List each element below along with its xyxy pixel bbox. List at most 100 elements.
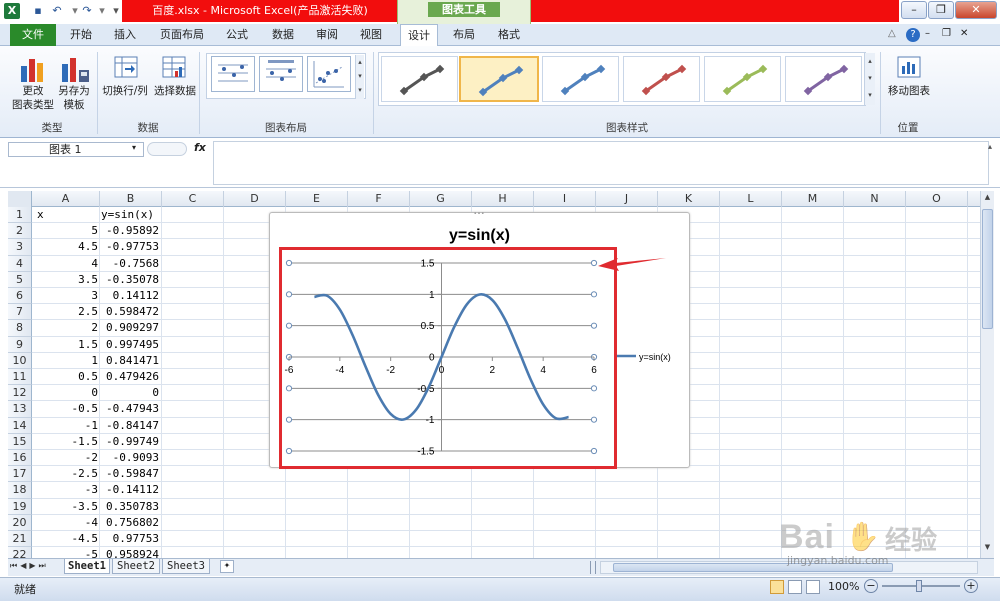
cell-b[interactable]: -0.95892 (100, 223, 162, 239)
cell-b[interactable]: -0.35078 (100, 272, 162, 288)
chart-style-2[interactable] (459, 56, 539, 102)
row-header[interactable]: 18 (8, 482, 32, 499)
cell-a[interactable]: x (32, 207, 100, 223)
row-header[interactable]: 10 (8, 352, 32, 369)
tab-split-handle[interactable] (590, 561, 596, 574)
cell-b[interactable]: -0.14112 (100, 482, 162, 498)
chart-layout-1[interactable] (211, 56, 255, 92)
tab-review[interactable]: 审阅 (308, 24, 346, 46)
chart-style-1[interactable] (381, 56, 458, 102)
cell-b[interactable]: -0.84147 (100, 418, 162, 434)
move-chart-label[interactable]: 移动图表 (884, 84, 934, 98)
cell-b[interactable]: -0.59847 (100, 466, 162, 482)
chart-style-6[interactable] (785, 56, 862, 102)
row-header[interactable]: 4 (8, 255, 32, 272)
layout-gallery-scroll[interactable]: ▴ ▾ ▾ (355, 55, 364, 99)
formula-input[interactable] (213, 141, 989, 185)
chart-style-5[interactable] (704, 56, 781, 102)
zoom-slider-thumb[interactable] (916, 580, 922, 592)
tab-home[interactable]: 开始 (62, 24, 100, 46)
cell-b[interactable]: 0.14112 (100, 288, 162, 304)
column-header[interactable]: M (782, 191, 844, 207)
cell-b[interactable]: 0.479426 (100, 369, 162, 385)
row-header[interactable]: 1 (8, 207, 32, 224)
insert-sheet-icon[interactable]: ✦ (220, 560, 234, 573)
maximize-button[interactable]: ❐ (928, 1, 954, 19)
save-as-template-label-2[interactable]: 模板 (52, 98, 96, 112)
chart-layout-3[interactable] (307, 56, 351, 92)
sheet-tab-3[interactable]: Sheet3 (162, 559, 210, 574)
sheet-tab-2[interactable]: Sheet2 (112, 559, 160, 574)
select-all-corner[interactable] (8, 191, 32, 207)
cell-b[interactable]: 0.598472 (100, 304, 162, 320)
customize-qat-icon[interactable]: ▾ (109, 4, 123, 18)
cell-b[interactable]: 0.756802 (100, 515, 162, 531)
tab-file[interactable]: 文件 (10, 24, 56, 46)
tab-view[interactable]: 视图 (352, 24, 390, 46)
row-header[interactable]: 16 (8, 450, 32, 467)
minimize-button[interactable]: – (901, 1, 927, 19)
cell-a[interactable]: 3 (32, 288, 100, 304)
cell-b[interactable]: -0.99749 (100, 434, 162, 450)
cell-b[interactable]: 0.841471 (100, 353, 162, 369)
formula-expand-button[interactable] (147, 142, 187, 156)
column-header[interactable]: C (162, 191, 224, 207)
row-header[interactable]: 9 (8, 336, 32, 353)
tab-layout[interactable]: 布局 (445, 24, 483, 46)
column-header[interactable]: H (472, 191, 534, 207)
name-box[interactable]: 图表 1 (8, 142, 144, 157)
cell-a[interactable]: -1 (32, 418, 100, 434)
doc-close-icon[interactable]: ✕ (960, 28, 972, 39)
cell-b[interactable]: -0.9093 (100, 450, 162, 466)
cell-a[interactable]: -1.5 (32, 434, 100, 450)
tab-design[interactable]: 设计 (400, 24, 438, 47)
insert-function-icon[interactable]: fx (194, 141, 212, 154)
page-break-view-icon[interactable] (806, 580, 820, 594)
save-as-template-label-1[interactable]: 另存为 (52, 84, 96, 98)
row-header[interactable]: 2 (8, 223, 32, 240)
redo-icon[interactable]: ↷ (80, 4, 94, 18)
style-gallery-scroll[interactable]: ▴ ▾ ▾ (864, 53, 875, 105)
cell-a[interactable]: -0.5 (32, 401, 100, 417)
cell-a[interactable]: 5 (32, 223, 100, 239)
help-icon[interactable]: ? (906, 28, 920, 42)
cell-a[interactable]: 0 (32, 385, 100, 401)
change-chart-type-label-1[interactable]: 更改 (8, 84, 58, 98)
excel-logo-icon[interactable]: X (4, 3, 20, 19)
zoom-level[interactable]: 100% (828, 580, 859, 593)
column-header[interactable]: E (286, 191, 348, 207)
tab-formulas[interactable]: 公式 (218, 24, 256, 46)
normal-view-icon[interactable] (770, 580, 784, 594)
undo-icon[interactable]: ↶ (50, 4, 64, 18)
zoom-out-icon[interactable]: − (864, 579, 878, 593)
cell-a[interactable]: 4.5 (32, 239, 100, 255)
tab-page-layout[interactable]: 页面布局 (152, 24, 212, 46)
chart-layout-2[interactable] (259, 56, 303, 92)
cell-b[interactable]: 0.350783 (100, 499, 162, 515)
cell-a[interactable]: 3.5 (32, 272, 100, 288)
save-icon[interactable]: ▪ (31, 4, 45, 18)
change-chart-type-button[interactable] (18, 54, 48, 84)
doc-restore-icon[interactable]: ❐ (942, 28, 954, 39)
cell-a[interactable]: 1.5 (32, 337, 100, 353)
chart-style-3[interactable] (542, 56, 619, 102)
cell-b[interactable]: -0.7568 (100, 256, 162, 272)
row-header[interactable]: 6 (8, 288, 32, 305)
doc-minimize-icon[interactable]: – (925, 28, 937, 39)
cell-b[interactable]: -0.47943 (100, 401, 162, 417)
cell-a[interactable]: -2 (32, 450, 100, 466)
cell-b[interactable]: y=sin(x) (100, 207, 162, 223)
save-as-template-button[interactable] (60, 54, 90, 84)
page-layout-view-icon[interactable] (788, 580, 802, 594)
tab-data[interactable]: 数据 (264, 24, 302, 46)
redo-dropdown-icon[interactable]: ▾ (95, 4, 109, 18)
cell-b[interactable]: -0.97753 (100, 239, 162, 255)
column-header[interactable]: O (906, 191, 968, 207)
row-header[interactable]: 3 (8, 239, 32, 256)
cell-b[interactable]: 0 (100, 385, 162, 401)
vertical-scrollbar[interactable]: ▲ ▼ (980, 191, 994, 558)
cell-b[interactable]: 0.909297 (100, 320, 162, 336)
zoom-in-icon[interactable]: + (964, 579, 978, 593)
column-header[interactable]: J (596, 191, 658, 207)
column-header[interactable]: F (348, 191, 410, 207)
